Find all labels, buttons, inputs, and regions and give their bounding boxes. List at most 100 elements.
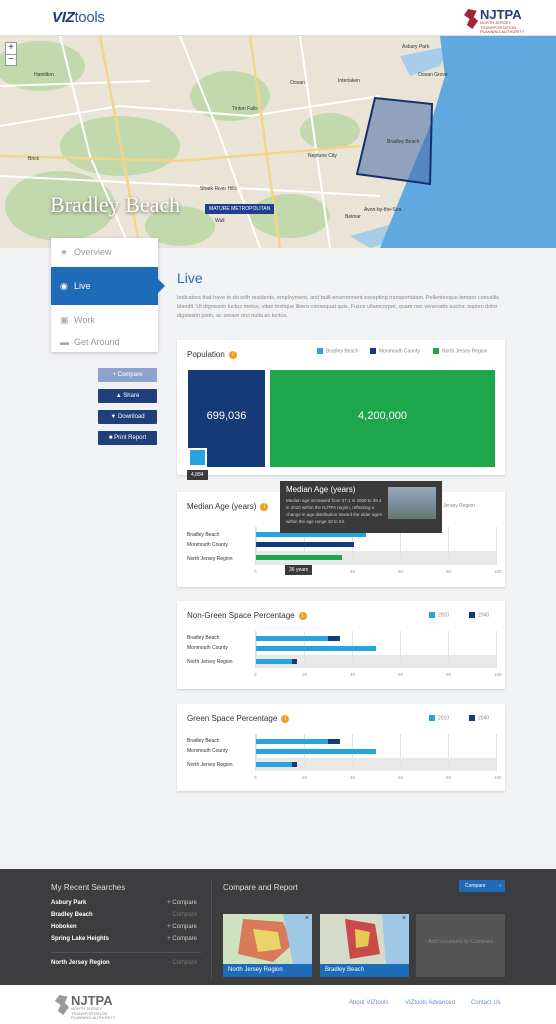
row-label: Monmouth County	[187, 645, 228, 651]
nav-work[interactable]: ▣ Work	[51, 309, 158, 331]
green-grid: 0 20 40 60 80 100	[254, 734, 502, 780]
tick-label: 80	[446, 569, 452, 574]
map-zoom-control[interactable]: + −	[5, 42, 17, 66]
legend-2010: 2010	[429, 715, 449, 721]
legend-bradley: Bradley Beach	[317, 348, 359, 354]
section-nav: ★ Overview ◉ Live ▣ Work ▬ Get Around	[51, 238, 165, 353]
info-icon[interactable]: i	[298, 611, 307, 620]
bar-2010[interactable]	[256, 659, 292, 664]
recent-item[interactable]: + Compare Asbury Park	[51, 900, 201, 912]
tick-label: 20	[302, 672, 308, 677]
nav-work-label: Work	[74, 315, 95, 325]
tick-label: 40	[350, 569, 356, 574]
row-label: Bradley Beach	[187, 635, 220, 641]
contact-link[interactable]: Contact Us	[471, 1000, 501, 1006]
population-title: Population i	[187, 350, 237, 359]
advanced-link[interactable]: VIZtools Advanced	[405, 1000, 455, 1006]
njtpa-logo[interactable]: NJTPA NORTH JERSEY TRANSPORTATION PLANNI…	[464, 7, 534, 34]
compare-link[interactable]: - Compare	[169, 960, 197, 966]
recent-item[interactable]: - Compare Bradley Beach	[51, 912, 201, 924]
nav-get-around[interactable]: ▬ Get Around	[51, 331, 158, 353]
active-arrow	[158, 279, 165, 293]
gridline	[448, 631, 449, 668]
map-label: Bradley Beach	[387, 139, 420, 145]
bar-2010[interactable]	[256, 636, 328, 641]
info-icon[interactable]: i	[228, 350, 237, 359]
divider	[211, 879, 212, 979]
map-label: Ocean Grove	[418, 72, 448, 78]
map-label: Neptune City	[308, 153, 337, 159]
location-type-badge: MATURE METROPOLITAN	[205, 204, 275, 214]
recent-item[interactable]: + Compare Spring Lake Heights	[51, 936, 201, 948]
map-label: Tinton Falls	[232, 106, 258, 112]
about-link[interactable]: About VIZtools	[349, 1000, 388, 1006]
section-description: Indicators that have to do with resident…	[177, 295, 499, 319]
content-header: Live Indicators that have to do with res…	[177, 270, 507, 321]
compare-tile[interactable]: × Bradley Beach	[320, 914, 409, 977]
njtpa-footer-logo[interactable]: NJTPA NORTH JERSEY TRANSPORTATION PLANNI…	[55, 993, 125, 1020]
share-button[interactable]: ▲ Share	[98, 389, 157, 403]
bar-monmouth[interactable]	[256, 542, 355, 547]
bar-2010[interactable]	[256, 646, 376, 651]
add-location-tile[interactable]: Add Locations to Compare	[416, 914, 505, 977]
info-icon[interactable]: i	[281, 714, 290, 723]
compare-tile[interactable]: × North Jersey Region	[223, 914, 312, 977]
bradley-block[interactable]	[188, 448, 207, 467]
compare-link[interactable]: + Compare	[167, 936, 197, 942]
compare-link[interactable]: - Compare	[169, 912, 197, 918]
row-label: North Jersey Region	[187, 556, 233, 562]
nav-get-around-label: Get Around	[74, 337, 120, 347]
nav-overview-label: Overview	[74, 247, 112, 257]
tick-label: 0	[254, 775, 257, 780]
row-label: Monmouth County	[187, 542, 228, 548]
gridline	[400, 631, 401, 668]
close-icon[interactable]: ×	[402, 915, 406, 922]
info-icon[interactable]: i	[260, 502, 269, 511]
bar-region[interactable]	[256, 555, 343, 560]
compare-link[interactable]: + Compare	[167, 900, 197, 906]
print-label: Print Report	[114, 435, 147, 441]
recent-item[interactable]: - Compare North Jersey Region	[51, 960, 201, 972]
compare-link[interactable]: + Compare	[167, 924, 197, 930]
bar-2010[interactable]	[256, 749, 376, 754]
map-label: Hamilton	[34, 72, 54, 78]
bar-2010[interactable]	[256, 762, 292, 767]
map-label: Wall	[215, 218, 225, 224]
nav-live[interactable]: ◉ Live	[51, 267, 165, 305]
download-label: Download	[117, 414, 145, 420]
tooltip-photo	[388, 487, 436, 519]
gridline	[496, 527, 497, 565]
gridline	[496, 734, 497, 771]
viztools-logo[interactable]: VIZtools	[52, 9, 105, 26]
zoom-out-button[interactable]: −	[6, 54, 16, 65]
recent-item[interactable]: + Compare Hoboken	[51, 924, 201, 936]
print-report-button[interactable]: ■ Print Report	[98, 431, 157, 445]
section-title: Live	[177, 270, 203, 286]
compare-button[interactable]: Compare ›	[459, 880, 505, 892]
bar-2010[interactable]	[256, 739, 328, 744]
action-buttons: + Compare ▲ Share ▼ Download ■ Print Rep…	[98, 368, 157, 452]
region-block[interactable]: 4,200,000	[270, 370, 495, 467]
tick-label: 80	[446, 775, 452, 780]
non-green-grid: 0 20 40 60 80 100	[254, 631, 502, 677]
download-button[interactable]: ▼ Download	[98, 410, 157, 424]
gridline	[496, 631, 497, 668]
row-label: North Jersey Region	[187, 762, 233, 768]
share-label: Share	[123, 393, 140, 399]
tick-label: 80	[446, 672, 452, 677]
tick-label: 0	[254, 569, 257, 574]
map-label: Shark River Hills	[200, 186, 237, 192]
compare-button[interactable]: + Compare	[98, 368, 157, 382]
tile-caption: North Jersey Region	[223, 964, 312, 977]
non-green-card: Non-Green Space Percentage i 2010 2040 Br…	[177, 601, 505, 689]
legend-swatch	[469, 715, 475, 721]
non-green-title: Non-Green Space Percentage i	[187, 611, 307, 620]
nav-overview[interactable]: ★ Overview	[51, 241, 158, 263]
footer-panel: My Recent Searches + Compare Asbury Park …	[0, 869, 556, 985]
header: VIZtools NJTPA NORTH JERSEY TRANSPORTATI…	[0, 0, 556, 36]
nj-state-icon	[464, 9, 478, 29]
tick-label: 20	[302, 775, 308, 780]
close-icon[interactable]: ×	[305, 915, 309, 922]
map[interactable]: + − Hamilton Brick Wall Belmar Neptune C…	[0, 36, 556, 248]
zoom-in-button[interactable]: +	[6, 43, 16, 54]
